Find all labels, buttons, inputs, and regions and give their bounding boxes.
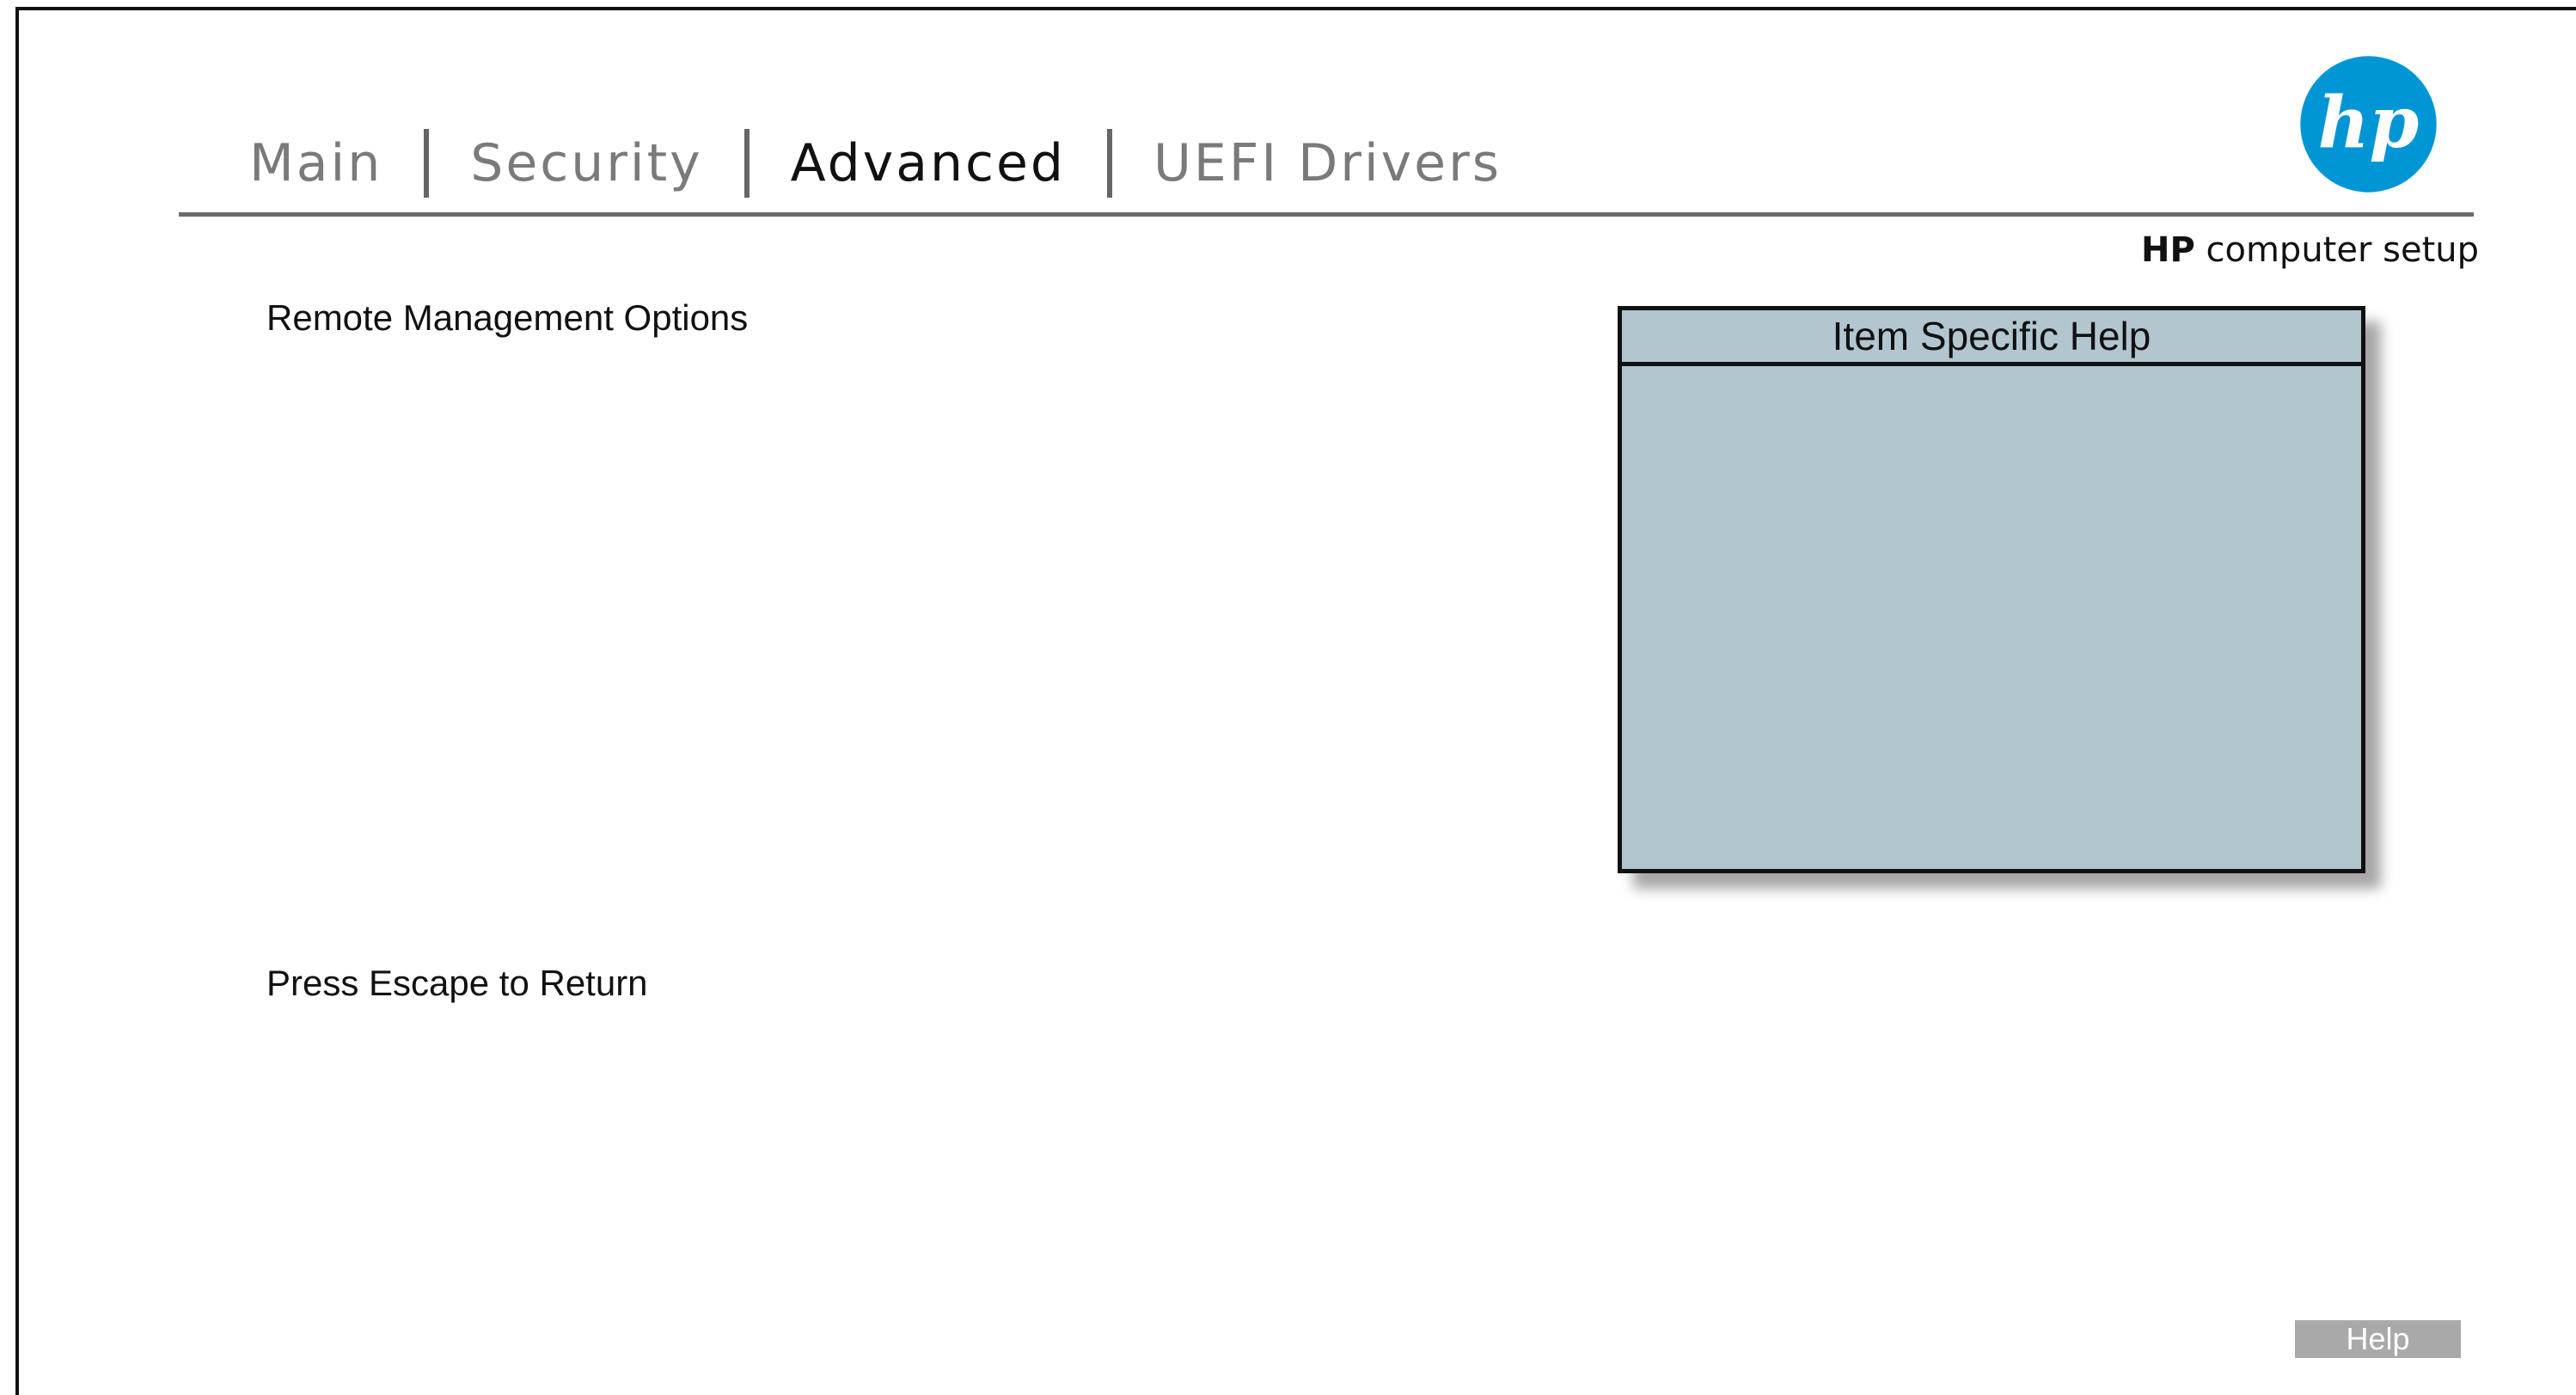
brand-rest: computer setup [2194,230,2479,270]
tab-bar: Main Security Advanced UEFI Drivers [249,129,1502,198]
hp-logo-icon: hp [2300,56,2437,193]
help-button[interactable]: Help [2295,1320,2461,1358]
tab-separator [743,129,750,198]
tab-main[interactable]: Main [249,133,382,193]
item-specific-help-panel: Item Specific Help [1618,306,2365,873]
header-divider [179,212,2474,217]
escape-hint: Press Escape to Return [266,963,648,1003]
brand-bold: HP [2140,230,2195,270]
tab-uefi-drivers[interactable]: UEFI Drivers [1153,133,1502,193]
tab-separator [1107,129,1112,198]
menu-item-remote-management-options[interactable]: Remote Management Options [266,297,748,339]
tab-security[interactable]: Security [470,133,702,193]
brand-label: HP computer setup [2141,230,2479,270]
tab-advanced[interactable]: Advanced [791,133,1066,193]
help-panel-title: Item Specific Help [1622,310,2361,366]
svg-text:hp: hp [2318,82,2420,164]
tab-separator [424,129,430,198]
